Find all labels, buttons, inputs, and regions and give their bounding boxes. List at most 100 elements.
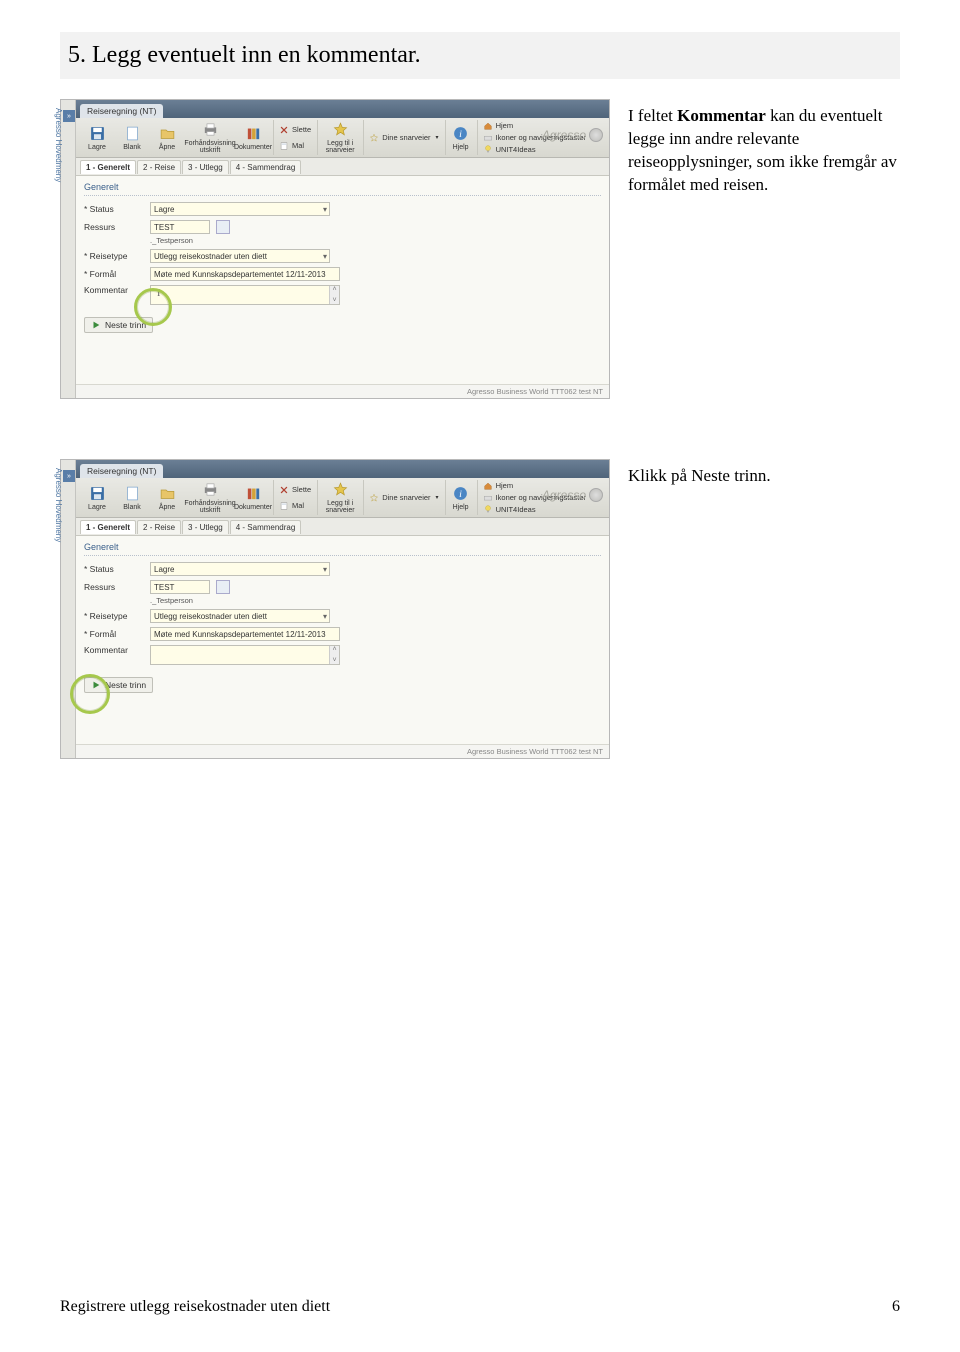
delete-button[interactable]: Slette xyxy=(276,122,314,138)
shortcuts-dropdown[interactable]: Dine snarveier▾ xyxy=(366,490,441,506)
delete-button[interactable]: Slette xyxy=(276,482,314,498)
tab-sammendrag[interactable]: 4 - Sammendrag xyxy=(230,520,302,534)
label-status: * Status xyxy=(84,564,144,574)
status-bar: Agresso Business World TTT062 test NT xyxy=(76,384,609,398)
sidebar-collapsed[interactable]: » Agresso Hovedmeny xyxy=(61,100,76,398)
brand-logo: Agresso xyxy=(542,488,603,502)
sidebar-collapsed[interactable]: » Agresso Hovedmeny xyxy=(61,460,76,758)
window-tab[interactable]: Reiseregning (NT) xyxy=(80,104,163,118)
floppy-icon xyxy=(89,485,106,502)
print-preview-button[interactable]: Forhåndsvisning utskrift xyxy=(185,480,235,516)
label-ressurs: Ressurs xyxy=(84,582,144,592)
step-heading: 5. Legg eventuelt inn en kommentar. xyxy=(60,32,900,79)
template-icon xyxy=(279,501,289,511)
tab-reise[interactable]: 2 - Reise xyxy=(137,520,181,534)
print-preview-label: Forhåndsvisning utskrift xyxy=(184,140,235,154)
label-reisetype: * Reisetype xyxy=(84,611,144,621)
tab-utlegg[interactable]: 3 - Utlegg xyxy=(182,160,229,174)
help-label: Hjelp xyxy=(453,144,469,151)
chevron-down-icon: ▾ xyxy=(436,134,439,141)
add-favorite-label: Legg til i snarveier xyxy=(320,140,360,154)
scroll-down-icon[interactable]: ˅ xyxy=(330,657,339,664)
sidebar-label: Agresso Hovedmeny xyxy=(54,468,63,542)
screenshot-1: » Agresso Hovedmeny Reiseregning (NT) La… xyxy=(60,99,610,399)
status-bar: Agresso Business World TTT062 test NT xyxy=(76,744,609,758)
open-button[interactable]: Åpne xyxy=(150,480,184,516)
fieldset-legend: Generelt xyxy=(84,182,601,196)
label-reisetype: * Reisetype xyxy=(84,251,144,261)
window-tabs: Reiseregning (NT) xyxy=(76,100,609,118)
folder-open-icon xyxy=(159,125,176,142)
reisetype-select[interactable]: Utlegg reisekostnader uten diett xyxy=(150,249,330,263)
lookup-button[interactable] xyxy=(216,220,230,234)
tab-sammendrag[interactable]: 4 - Sammendrag xyxy=(230,160,302,174)
ideas-button[interactable]: UNIT4Ideas xyxy=(480,503,539,515)
help-button[interactable]: iHjelp xyxy=(448,480,474,516)
kommentar-textarea[interactable]: ˄˅ xyxy=(150,645,340,665)
lookup-button[interactable] xyxy=(216,580,230,594)
add-favorite-button[interactable]: Legg til i snarveier xyxy=(320,480,360,516)
keyboard-icon xyxy=(483,493,493,503)
next-step-button[interactable]: Neste trinn xyxy=(84,677,153,693)
form-panel: Generelt * Status Lagre Ressurs TEST ._T… xyxy=(76,536,609,744)
next-step-button[interactable]: Neste trinn xyxy=(84,317,153,333)
info-icon: i xyxy=(452,125,469,142)
print-preview-label: Forhåndsvisning utskrift xyxy=(184,500,235,514)
ideas-label: UNIT4Ideas xyxy=(496,145,536,154)
scroll-up-icon[interactable]: ˄ xyxy=(330,646,339,653)
home-button[interactable]: Hjem xyxy=(480,120,517,132)
sidebar-expand-icon[interactable]: » xyxy=(63,110,75,122)
play-icon xyxy=(91,320,101,330)
formal-input[interactable]: Møte med Kunnskapsdepartementet 12/11-20… xyxy=(150,267,340,281)
documents-button[interactable]: Dokumenter xyxy=(236,120,270,156)
ressurs-input[interactable]: TEST xyxy=(150,220,210,234)
print-preview-button[interactable]: Forhåndsvisning utskrift xyxy=(185,120,235,156)
template-icon xyxy=(279,141,289,151)
tab-utlegg[interactable]: 3 - Utlegg xyxy=(182,520,229,534)
tab-reise[interactable]: 2 - Reise xyxy=(137,160,181,174)
documents-button[interactable]: Dokumenter xyxy=(236,480,270,516)
books-icon xyxy=(245,125,262,142)
svg-text:i: i xyxy=(459,489,462,500)
ideas-button[interactable]: UNIT4Ideas xyxy=(480,143,539,155)
window-tabs: Reiseregning (NT) xyxy=(76,460,609,478)
scroll-down-icon[interactable]: ˅ xyxy=(330,297,339,304)
scroll-up-icon[interactable]: ˄ xyxy=(330,286,339,293)
toolbar: Lagre Blank Åpne Forhåndsvisning utskrif… xyxy=(76,118,609,158)
reisetype-select[interactable]: Utlegg reisekostnader uten diett xyxy=(150,609,330,623)
template-button[interactable]: Mal xyxy=(276,138,307,154)
label-kommentar: Kommentar xyxy=(84,645,144,655)
status-select[interactable]: Lagre xyxy=(150,562,330,576)
next-step-label: Neste trinn xyxy=(105,680,146,690)
tab-generelt[interactable]: 1 - Generelt xyxy=(80,160,136,174)
form-tabs: 1 - Generelt 2 - Reise 3 - Utlegg 4 - Sa… xyxy=(76,158,609,176)
save-button[interactable]: Lagre xyxy=(80,120,114,156)
shortcuts-dropdown[interactable]: Dine snarveier▾ xyxy=(366,130,441,146)
ressurs-subtext: ._Testperson xyxy=(150,596,601,605)
add-favorite-button[interactable]: Legg til i snarveier xyxy=(320,120,360,156)
ressurs-input[interactable]: TEST xyxy=(150,580,210,594)
help-button[interactable]: i Hjelp xyxy=(448,120,474,156)
star-icon xyxy=(332,121,349,138)
instruction-text-1: I feltet Kommentar kan du eventuelt legg… xyxy=(628,99,900,399)
status-select[interactable]: Lagre xyxy=(150,202,330,216)
star-icon xyxy=(332,481,349,498)
blank-button[interactable]: Blank xyxy=(115,480,149,516)
open-label: Åpne xyxy=(159,504,175,511)
template-label: Mal xyxy=(292,141,304,150)
sidebar-expand-icon[interactable]: » xyxy=(63,470,75,482)
play-icon xyxy=(91,680,101,690)
window-tab[interactable]: Reiseregning (NT) xyxy=(80,464,163,478)
fieldset-legend: Generelt xyxy=(84,542,601,556)
label-kommentar: Kommentar xyxy=(84,285,144,295)
formal-input[interactable]: Møte med Kunnskapsdepartementet 12/11-20… xyxy=(150,627,340,641)
tab-generelt[interactable]: 1 - Generelt xyxy=(80,520,136,534)
template-button[interactable]: Mal xyxy=(276,498,307,514)
toolbar: Lagre Blank Åpne Forhåndsvisning utskrif… xyxy=(76,478,609,518)
open-button[interactable]: Åpne xyxy=(150,120,184,156)
svg-text:i: i xyxy=(459,129,462,140)
save-button[interactable]: Lagre xyxy=(80,480,114,516)
blank-button[interactable]: Blank xyxy=(115,120,149,156)
home-button[interactable]: Hjem xyxy=(480,480,517,492)
kommentar-textarea[interactable]: I ˄˅ xyxy=(150,285,340,305)
